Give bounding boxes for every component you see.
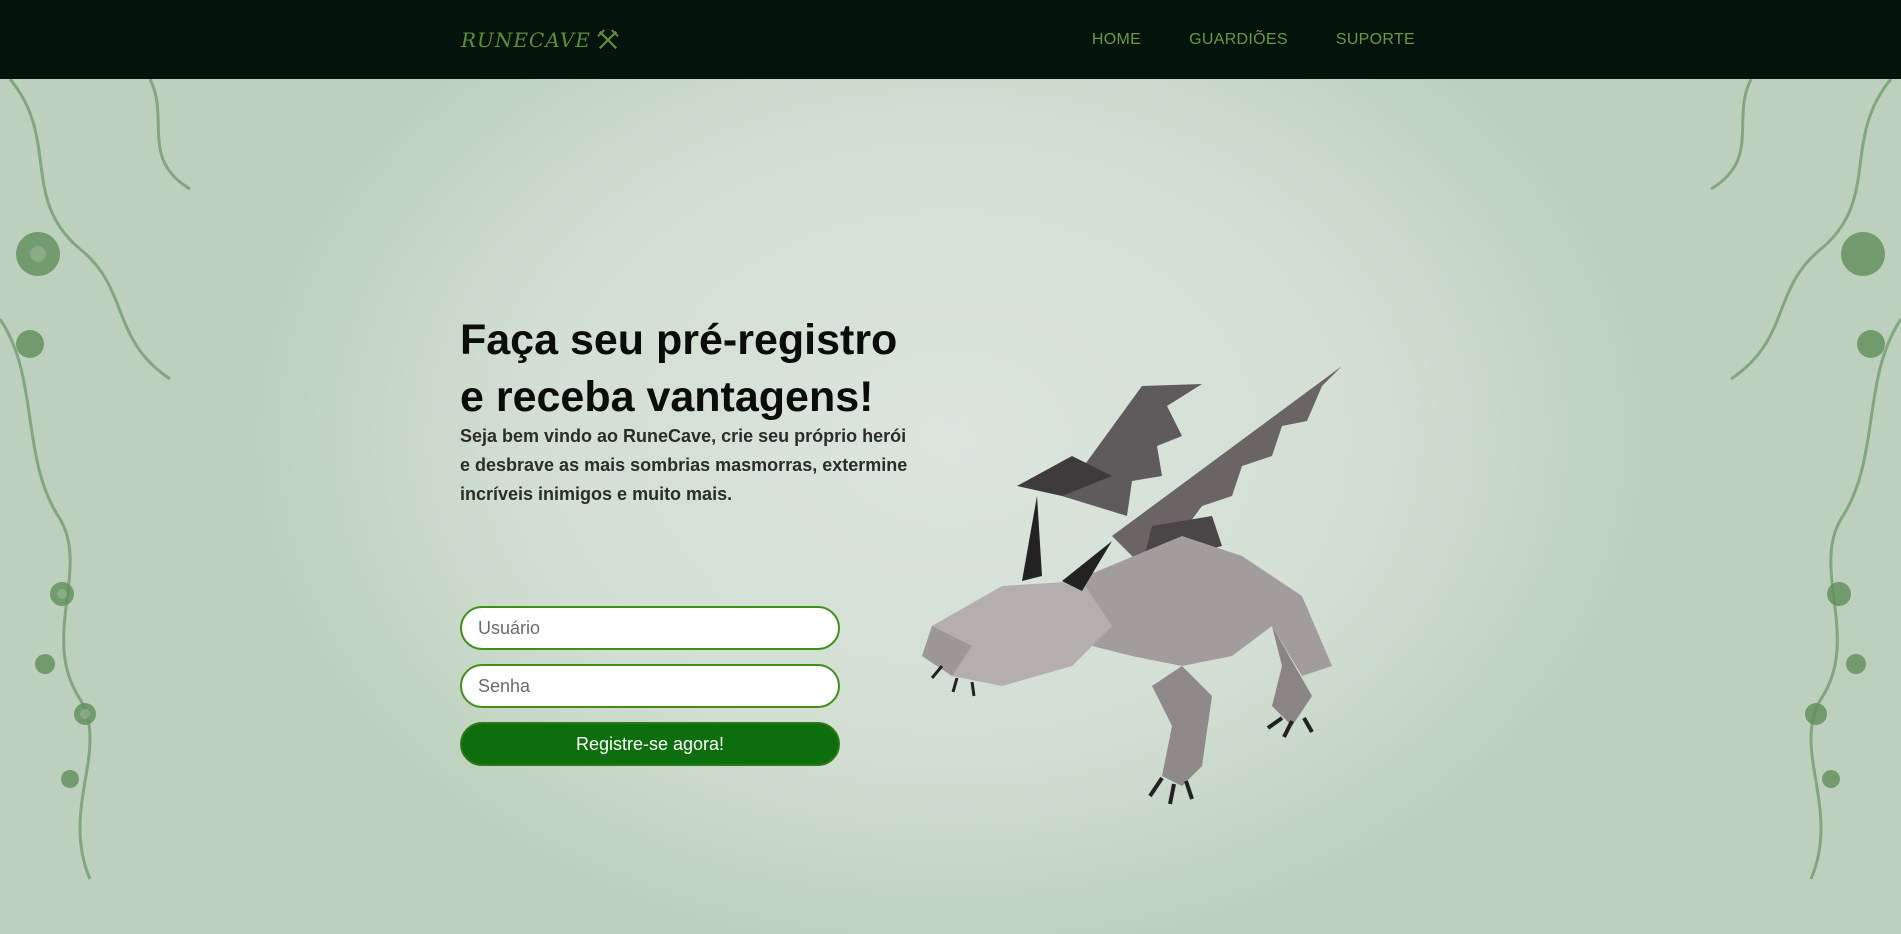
nav-suporte[interactable]: SUPORTE — [1336, 31, 1415, 49]
main-nav: HOME GUARDIÕES SUPORTE — [1092, 0, 1415, 79]
logo[interactable]: RUNECAVE — [461, 26, 619, 54]
page-title: Faça seu pré-registro e receba vantagens… — [460, 312, 920, 426]
hero-section: Faça seu pré-registro e receba vantagens… — [0, 79, 1901, 934]
password-input[interactable] — [460, 664, 840, 708]
title-line-2: e receba vantagens! — [460, 373, 874, 421]
username-input[interactable] — [460, 606, 840, 650]
hero-subtitle: Seja bem vindo ao RuneCave, crie seu pró… — [460, 426, 908, 504]
vine-ornament-right — [1710, 79, 1901, 880]
top-navbar: RUNECAVE HOME GUARDIÕES SUPORTE — [0, 0, 1901, 79]
crossed-swords-icon — [597, 29, 619, 50]
title-line-1: Faça seu pré-registro — [460, 316, 898, 364]
dragon-illustration — [922, 366, 1342, 805]
nav-guardioes[interactable]: GUARDIÕES — [1189, 31, 1288, 49]
logo-text: RUNECAVE — [461, 28, 591, 52]
vine-ornament-left — [0, 79, 191, 880]
nav-home[interactable]: HOME — [1092, 31, 1141, 49]
register-button[interactable]: Registre-se agora! — [460, 722, 840, 766]
